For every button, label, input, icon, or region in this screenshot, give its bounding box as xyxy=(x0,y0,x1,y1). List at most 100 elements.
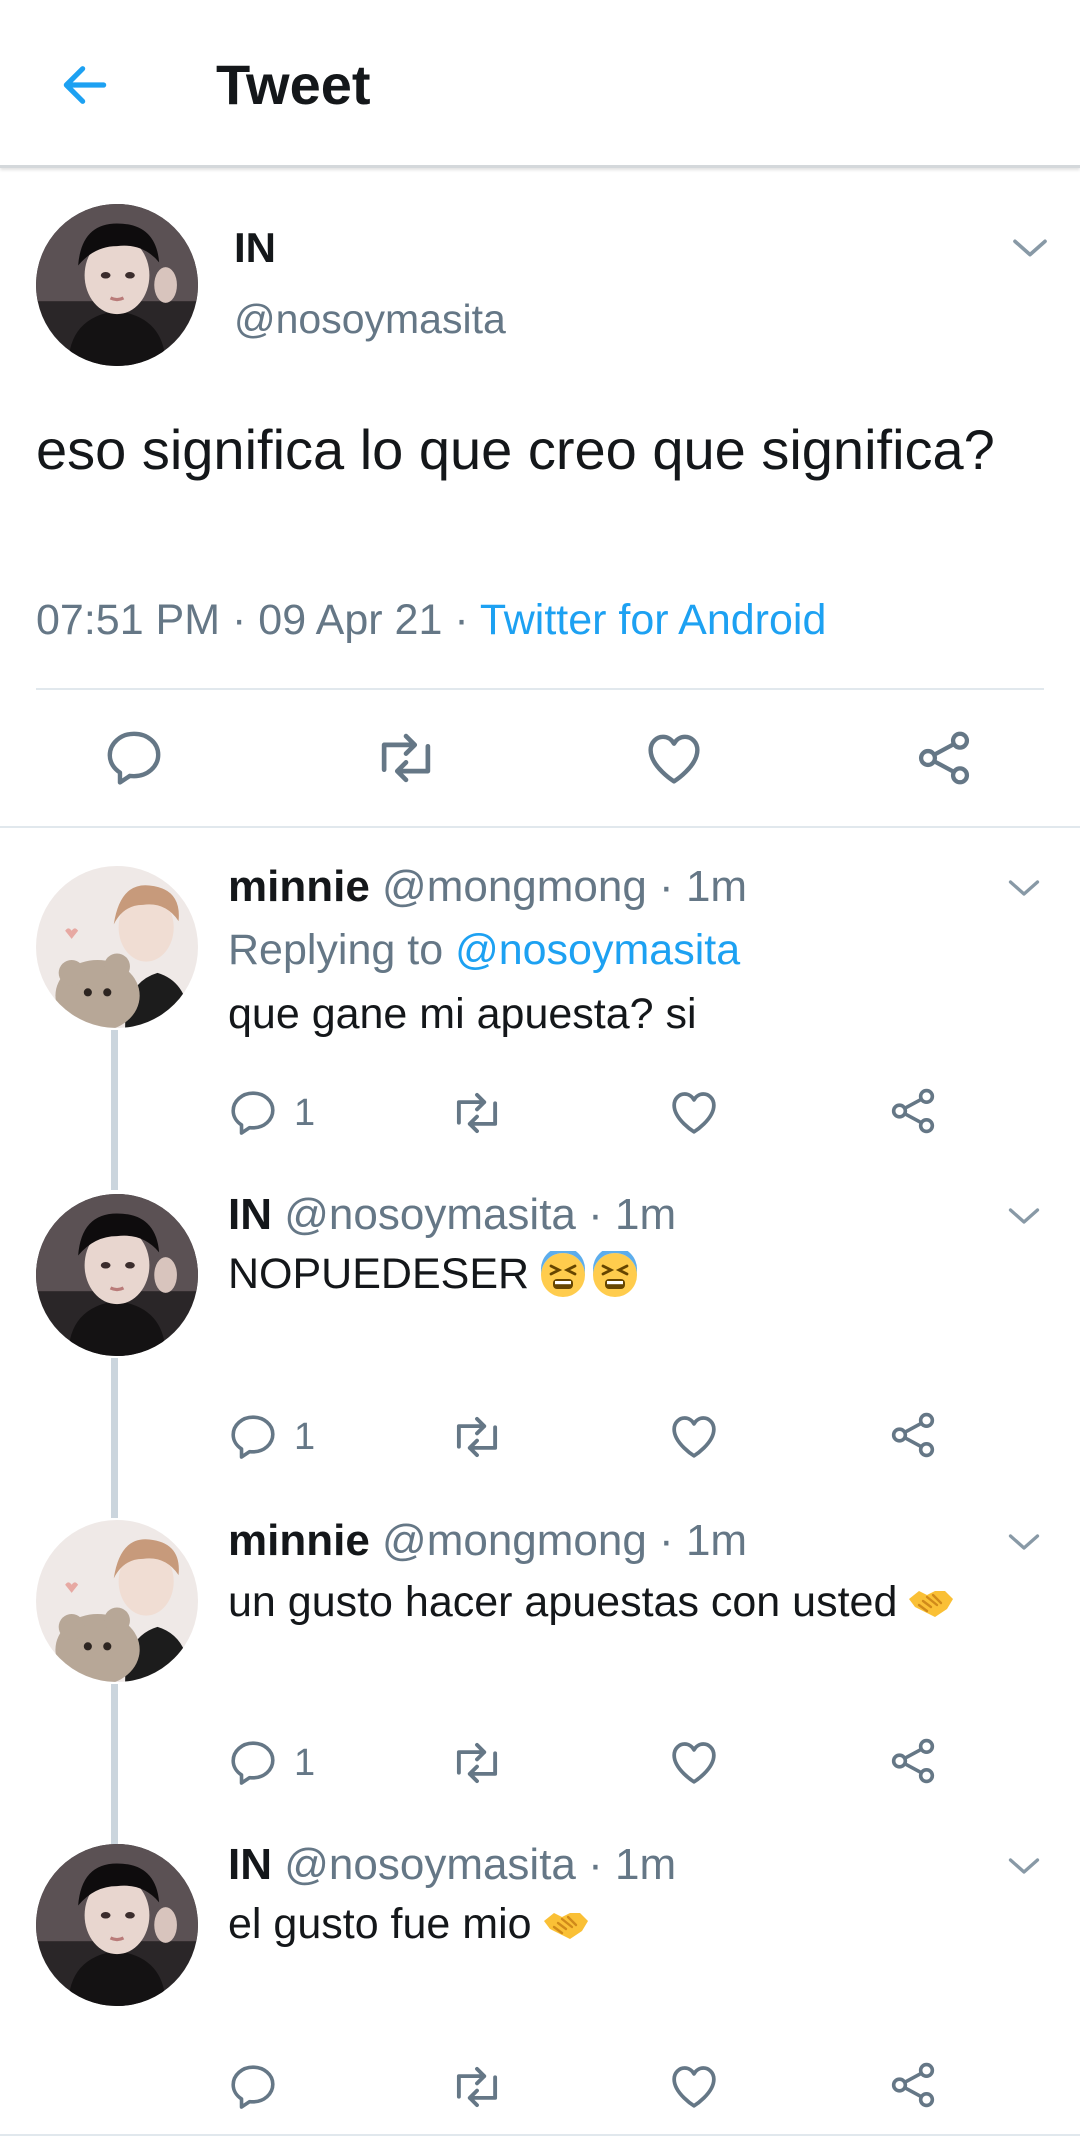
retweet-button[interactable] xyxy=(448,1734,506,1792)
avatar[interactable] xyxy=(36,204,198,366)
meta-separator: · xyxy=(220,596,259,644)
like-icon xyxy=(641,725,707,791)
reply-actions: 1 xyxy=(0,1720,1080,1810)
like-icon xyxy=(666,1408,722,1464)
author-name[interactable]: IN xyxy=(228,1840,272,1889)
handshake-emoji xyxy=(907,1579,955,1627)
share-icon xyxy=(886,1084,940,1138)
reply-tweet[interactable]: IN @nosoymasita · 1m el gusto fue mio xyxy=(0,1808,1080,2134)
retweet-button[interactable] xyxy=(366,718,446,798)
tweet-menu-button[interactable] xyxy=(998,1196,1050,1236)
reply-icon xyxy=(226,1410,280,1464)
back-button[interactable] xyxy=(50,50,120,120)
share-button[interactable] xyxy=(886,1084,940,1138)
reply-header: minnie @mongmong · 1m xyxy=(228,862,748,911)
retweet-button[interactable] xyxy=(448,1084,506,1142)
tweet-menu-button[interactable] xyxy=(998,868,1050,908)
like-button[interactable] xyxy=(666,1084,722,1140)
reply-header: IN @nosoymasita · 1m xyxy=(228,1840,677,1889)
reply-text: NOPUEDESER xyxy=(228,1250,639,1299)
retweet-icon xyxy=(448,1084,506,1142)
like-icon xyxy=(666,2058,722,2114)
author-name[interactable]: minnie xyxy=(228,1516,370,1565)
author-name[interactable]: IN xyxy=(234,224,276,272)
tweet-actions xyxy=(0,688,1080,828)
meta-separator: · xyxy=(442,596,480,644)
reply-icon xyxy=(226,1736,280,1790)
page-title: Tweet xyxy=(216,53,371,116)
main-tweet: IN @nosoymasita eso significa lo que cre… xyxy=(0,168,1080,828)
tired-face-emoji xyxy=(591,1251,639,1299)
back-arrow-icon xyxy=(63,66,107,104)
reply-tweet[interactable]: IN @nosoymasita · 1m NOPUEDESER 1 xyxy=(0,1158,1080,1484)
tweet-text: eso significa lo que creo que significa? xyxy=(36,418,995,481)
reply-header: minnie @mongmong · 1m xyxy=(228,1516,748,1565)
reply-count: 1 xyxy=(294,1741,316,1784)
author-name[interactable]: minnie xyxy=(228,862,370,911)
like-icon xyxy=(666,1734,722,1790)
reply-text: el gusto fue mio xyxy=(228,1900,590,1949)
reply-actions: 1 xyxy=(0,1394,1080,1484)
reply-icon xyxy=(226,2060,280,2114)
reply-icon xyxy=(101,725,167,791)
reply-count: 1 xyxy=(294,1415,316,1458)
avatar[interactable] xyxy=(36,1194,198,1356)
author-handle[interactable]: @mongmong xyxy=(382,1516,647,1565)
share-icon xyxy=(886,1408,940,1462)
reply-button[interactable]: 1 xyxy=(226,1410,315,1464)
author-name[interactable]: IN xyxy=(228,1190,272,1239)
share-button[interactable] xyxy=(886,1408,940,1462)
retweet-icon xyxy=(448,2058,506,2116)
like-button[interactable] xyxy=(634,718,714,798)
tweet-source-link[interactable]: Twitter for Android xyxy=(480,596,827,644)
tweet-menu-button[interactable] xyxy=(998,1522,1050,1562)
reply-button[interactable] xyxy=(94,718,174,798)
share-button[interactable] xyxy=(886,1734,940,1788)
reply-text-content: que gane mi apuesta? si xyxy=(228,990,697,1038)
reply-tweet[interactable]: minnie @mongmong · 1m un gusto hacer apu… xyxy=(0,1484,1080,1810)
handshake-emoji xyxy=(542,1901,590,1949)
reply-time: 1m xyxy=(685,1516,748,1565)
tweet-menu-button[interactable] xyxy=(998,1846,1050,1886)
reply-button[interactable]: 1 xyxy=(226,1086,315,1140)
author-handle[interactable]: @nosoymasita xyxy=(234,296,506,343)
retweet-button[interactable] xyxy=(448,1408,506,1466)
retweet-button[interactable] xyxy=(448,2058,506,2116)
author-handle[interactable]: @nosoymasita xyxy=(284,1840,576,1889)
chevron-down-icon xyxy=(1006,1853,1042,1879)
tweet-menu-button[interactable] xyxy=(1004,228,1056,268)
reply-text: un gusto hacer apuestas con usted xyxy=(228,1578,955,1627)
avatar[interactable] xyxy=(36,866,198,1028)
chevron-down-icon xyxy=(1006,1203,1042,1229)
share-icon xyxy=(912,726,976,790)
like-button[interactable] xyxy=(666,1408,722,1464)
like-button[interactable] xyxy=(666,2058,722,2114)
reply-tweet[interactable]: minnie @mongmong · 1m Replying to @nosoy… xyxy=(0,830,1080,1156)
reply-button[interactable]: 1 xyxy=(226,1736,315,1790)
tweet-date: 09 Apr 21 xyxy=(258,596,443,644)
reply-text-content: el gusto fue mio xyxy=(228,1900,532,1948)
like-button[interactable] xyxy=(666,1734,722,1790)
reply-text-content: NOPUEDESER xyxy=(228,1250,530,1298)
share-button[interactable] xyxy=(904,718,984,798)
chevron-down-icon xyxy=(1006,875,1042,901)
retweet-icon xyxy=(448,1734,506,1792)
tweet-meta: 07:51 PM · 09 Apr 21 · Twitter for Andro… xyxy=(36,596,826,645)
app-header: Tweet xyxy=(0,0,1080,168)
author-handle[interactable]: @nosoymasita xyxy=(284,1190,576,1239)
avatar[interactable] xyxy=(36,1844,198,2006)
reply-actions: 1 xyxy=(0,1070,1080,1160)
reply-header: IN @nosoymasita · 1m xyxy=(228,1190,677,1239)
author-handle[interactable]: @mongmong xyxy=(382,862,647,911)
avatar[interactable] xyxy=(36,1520,198,1682)
replying-to: Replying to @nosoymasita xyxy=(228,926,740,975)
reply-time: 1m xyxy=(615,1190,677,1239)
chevron-down-icon xyxy=(1010,234,1050,262)
reply-text: que gane mi apuesta? si xyxy=(228,990,697,1039)
share-button[interactable] xyxy=(886,2058,940,2112)
reply-button[interactable] xyxy=(226,2060,294,2114)
like-icon xyxy=(666,1084,722,1140)
retweet-icon xyxy=(371,723,441,793)
mention-link[interactable]: @nosoymasita xyxy=(455,926,740,974)
share-icon xyxy=(886,2058,940,2112)
